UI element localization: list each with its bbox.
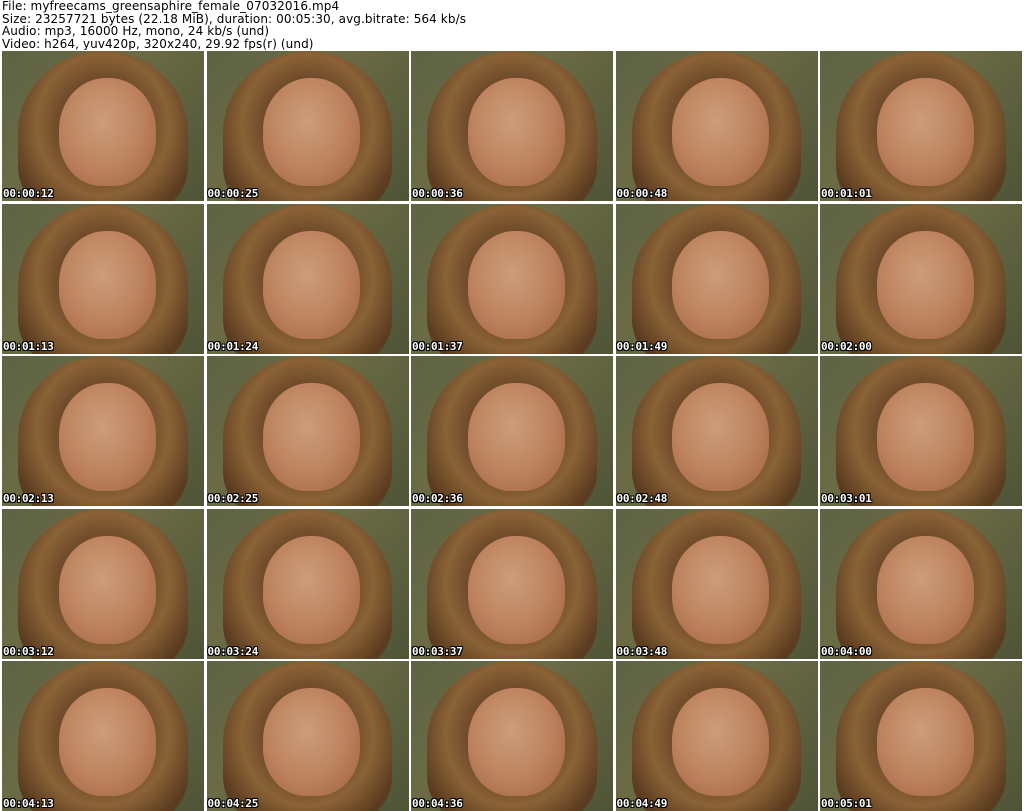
thumbnail-timestamp: 00:03:37 (412, 644, 463, 658)
thumbnail-timestamp: 00:04:25 (207, 797, 259, 810)
thumbnail-timestamp: 00:03:48 (616, 644, 668, 658)
thumbnail-timestamp: 00:01:49 (616, 339, 668, 353)
thumbnail-frame: 00:02:36 (411, 356, 613, 506)
thumbnail-frame: 00:03:48 (615, 508, 818, 659)
thumbnail-frame: 00:01:01 (820, 51, 1022, 201)
thumbnail-timestamp: 00:02:36 (412, 492, 463, 505)
thumbnail-frame: 00:05:01 (820, 661, 1022, 811)
thumbnail-timestamp: 00:02:48 (616, 492, 668, 505)
thumbnail-timestamp: 00:05:01 (821, 797, 872, 810)
thumbnail-frame: 00:01:24 (206, 203, 409, 354)
thumbnail-timestamp: 00:03:01 (821, 492, 872, 505)
thumbnail-frame: 00:03:12 (2, 508, 204, 659)
thumbnail-timestamp: 00:01:37 (412, 339, 463, 353)
thumbnail-frame: 00:04:36 (411, 661, 613, 811)
thumbnail-frame: 00:00:25 (206, 51, 409, 201)
thumbnail-frame: 00:03:37 (411, 508, 613, 659)
thumbnail-frame: 00:02:48 (615, 356, 818, 506)
thumbnail-timestamp: 00:00:48 (616, 187, 668, 200)
thumbnail-timestamp: 00:02:00 (821, 339, 872, 353)
thumbnail-timestamp: 00:03:24 (207, 644, 259, 658)
thumbnail-frame: 00:03:01 (820, 356, 1022, 506)
audio-info-line: Audio: mp3, 16000 Hz, mono, 24 kb/s (und… (2, 24, 270, 38)
file-name-line: File: myfreecams_greensaphire_female_070… (2, 0, 340, 13)
thumbnail-timestamp: 00:01:13 (3, 339, 54, 353)
thumbnail-timestamp: 00:00:36 (412, 187, 463, 200)
thumbnail-frame: 00:02:00 (820, 203, 1022, 354)
thumbnail-timestamp: 00:04:13 (3, 797, 54, 810)
thumbnail-frame: 00:01:49 (615, 203, 818, 354)
thumbnail-timestamp: 00:04:36 (412, 797, 463, 810)
thumbnail-frame: 00:01:37 (411, 203, 613, 354)
thumbnail-frame: 00:00:48 (615, 51, 818, 201)
thumbnail-grid: 00:00:12 00:00:25 00:00:36 00:00:48 00:0… (0, 51, 1024, 811)
file-info-header: File: myfreecams_greensaphire_female_070… (2, 0, 1022, 50)
thumbnail-frame: 00:04:13 (2, 661, 204, 811)
thumbnail-frame: 00:00:12 (2, 51, 204, 201)
thumbnail-frame: 00:03:24 (206, 508, 409, 659)
thumbnail-frame: 00:04:49 (615, 661, 818, 811)
thumbnail-frame: 00:00:36 (411, 51, 613, 201)
thumbnail-frame: 00:04:00 (820, 508, 1022, 659)
thumbnail-timestamp: 00:00:12 (3, 187, 54, 200)
thumbnail-timestamp: 00:02:13 (3, 492, 54, 505)
thumbnail-timestamp: 00:01:01 (821, 187, 872, 200)
thumbnail-timestamp: 00:00:25 (207, 187, 259, 200)
thumbnail-frame: 00:04:25 (206, 661, 409, 811)
thumbnail-frame: 00:01:13 (2, 203, 204, 354)
thumbnail-timestamp: 00:02:25 (207, 492, 259, 505)
video-info-line: Video: h264, yuv420p, 320x240, 29.92 fps… (2, 36, 314, 50)
thumbnail-timestamp: 00:04:49 (616, 797, 668, 810)
thumbnail-timestamp: 00:01:24 (207, 339, 259, 353)
thumbnail-frame: 00:02:25 (206, 356, 409, 506)
thumbnail-timestamp: 00:03:12 (3, 644, 54, 658)
thumbnail-frame: 00:02:13 (2, 356, 204, 506)
thumbnail-timestamp: 00:04:00 (821, 644, 872, 658)
